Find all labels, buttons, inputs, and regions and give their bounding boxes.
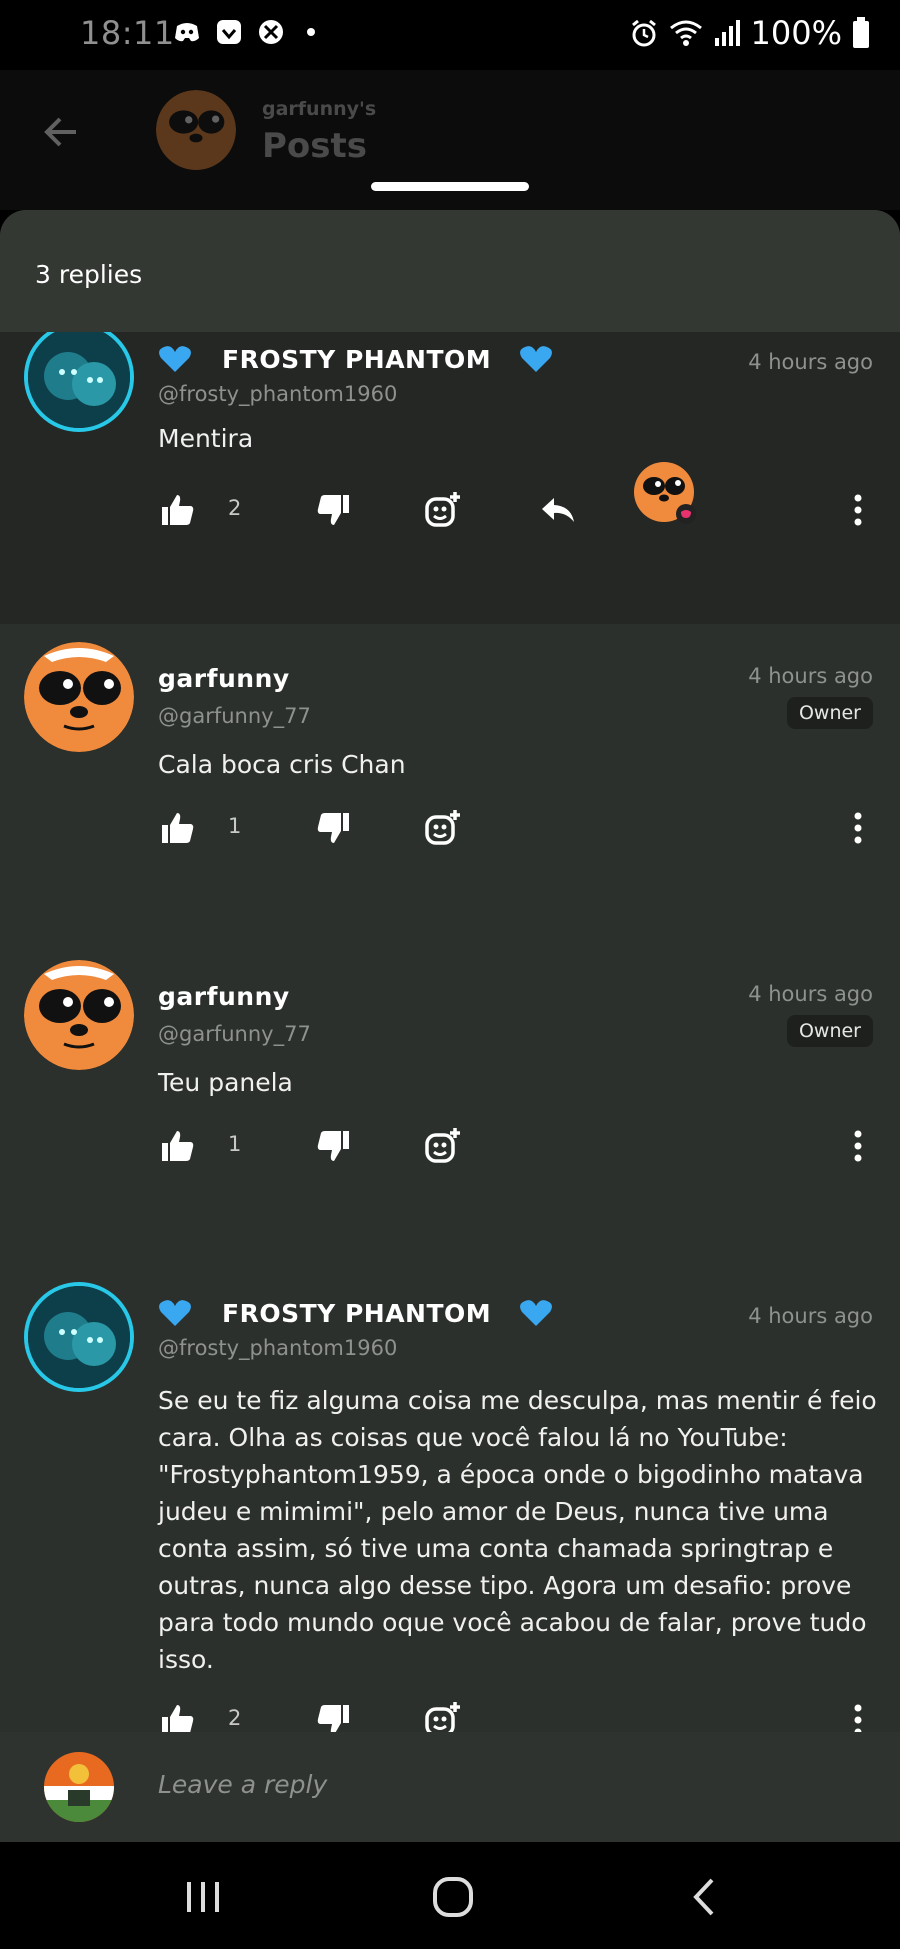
system-navigation-bar — [0, 1842, 900, 1949]
battery-icon — [853, 17, 869, 48]
blue-heart-icon — [520, 1300, 553, 1326]
replies-count-title: 3 replies — [35, 260, 143, 289]
reply-actions: 1 — [158, 808, 878, 860]
reply-timestamp: 4 hours ago — [748, 1304, 873, 1328]
reaction-avatar[interactable] — [632, 460, 696, 524]
back-icon[interactable] — [680, 1872, 730, 1922]
battery-percentage: 100% — [750, 14, 842, 52]
reply-body: Se eu te fiz alguma coisa me desculpa, m… — [158, 1386, 877, 1674]
garfunny-avatar — [156, 90, 236, 170]
reply-item: FROSTY PHANTOM @frosty_phantom1960 4 hou… — [0, 332, 900, 624]
like-icon[interactable] — [158, 490, 198, 530]
reply-handle: @frosty_phantom1960 — [158, 382, 398, 406]
blue-heart-icon — [159, 346, 191, 372]
garfunny-avatar[interactable] — [24, 642, 134, 752]
add-reaction-icon[interactable] — [423, 1126, 463, 1166]
like-count: 1 — [228, 1132, 242, 1156]
back-arrow-icon[interactable] — [40, 110, 84, 154]
owner-badge: Owner — [786, 1015, 873, 1047]
signal-icon — [714, 20, 740, 46]
alarm-icon — [631, 19, 656, 47]
reply-input[interactable]: Leave a reply — [158, 1770, 327, 1799]
reply-handle: @garfunny_77 — [158, 704, 311, 728]
more-notifications-dot — [307, 28, 315, 36]
reply-timestamp: 4 hours ago — [748, 350, 873, 374]
add-reaction-icon[interactable] — [423, 490, 463, 530]
reply-actions: 1 — [158, 1126, 878, 1178]
system-status: 100% — [629, 14, 870, 52]
more-options-icon[interactable] — [838, 808, 878, 848]
reply-handle: @frosty_phantom1960 — [158, 1336, 398, 1360]
frosty-avatar[interactable] — [24, 1282, 134, 1392]
reply-handle: @garfunny_77 — [158, 1022, 311, 1046]
dislike-icon[interactable] — [313, 1126, 353, 1166]
wifi-icon — [669, 20, 702, 46]
replies-list[interactable]: FROSTY PHANTOM @frosty_phantom1960 4 hou… — [0, 332, 900, 1855]
owner-badge: Owner — [786, 697, 873, 729]
like-count: 2 — [228, 496, 242, 520]
reply-arrow-icon[interactable] — [538, 490, 578, 530]
shield-heart-icon — [215, 18, 243, 46]
reply-body: Cala boca cris Chan — [158, 750, 406, 779]
like-icon[interactable] — [158, 808, 198, 848]
discord-icon — [173, 18, 201, 46]
dislike-icon[interactable] — [313, 808, 353, 848]
frosty-avatar[interactable] — [24, 332, 134, 432]
reply-timestamp: 4 hours ago — [748, 982, 873, 1006]
sheet-drag-handle[interactable] — [371, 182, 529, 191]
reply-body: Teu panela — [158, 1068, 293, 1097]
reply-actions: 2 — [158, 462, 878, 542]
home-icon[interactable] — [428, 1872, 478, 1922]
reply-item: garfunny @garfunny_77 4 hours ago Owner … — [0, 624, 900, 942]
blue-heart-icon — [159, 1300, 191, 1326]
like-count: 2 — [228, 1706, 242, 1730]
reply-author[interactable]: garfunny — [158, 982, 290, 1011]
blue-heart-icon — [520, 346, 553, 372]
dislike-icon[interactable] — [313, 490, 353, 530]
owner-label: garfunny's — [262, 98, 377, 120]
reply-author[interactable]: FROSTY PHANTOM — [158, 344, 553, 374]
page-title: Posts — [262, 126, 368, 166]
reply-body: Mentira — [158, 424, 254, 453]
more-options-icon[interactable] — [838, 490, 878, 530]
notification-icons — [173, 18, 315, 46]
sheet-header: 3 replies — [0, 210, 900, 332]
reply-author[interactable]: garfunny — [158, 664, 290, 693]
reply-timestamp: 4 hours ago — [748, 664, 873, 688]
like-count: 1 — [228, 814, 242, 838]
replies-sheet: 3 replies FROSTY PHANTOM @frosty_phantom… — [0, 210, 900, 1855]
status-bar: 18:11 100% — [0, 0, 900, 70]
current-user-avatar — [44, 1752, 114, 1822]
more-options-icon[interactable] — [838, 1126, 878, 1166]
garfunny-avatar[interactable] — [24, 960, 134, 1070]
like-icon[interactable] — [158, 1126, 198, 1166]
recent-apps-icon[interactable] — [178, 1872, 228, 1922]
reply-item: FROSTY PHANTOM @frosty_phantom1960 4 hou… — [0, 1260, 900, 1800]
reply-author[interactable]: FROSTY PHANTOM — [158, 1298, 553, 1328]
app-icon — [257, 18, 285, 46]
reply-item: garfunny @garfunny_77 4 hours ago Owner … — [0, 942, 900, 1260]
reply-composer: Leave a reply — [0, 1732, 900, 1842]
add-reaction-icon[interactable] — [423, 808, 463, 848]
